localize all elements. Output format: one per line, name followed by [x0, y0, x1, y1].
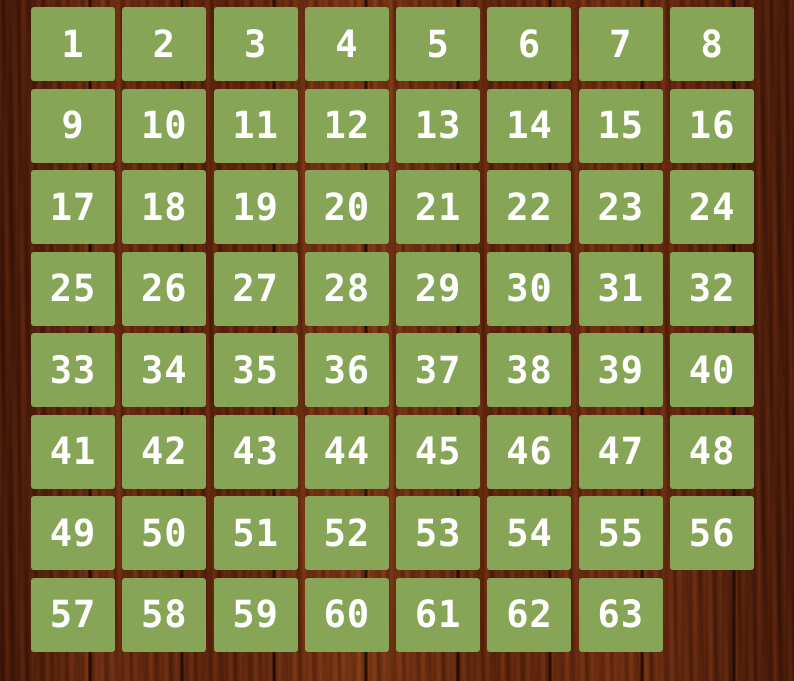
number-tile[interactable]: 4 [304, 7, 389, 81]
number-tile[interactable]: 30 [487, 251, 572, 326]
number-tile[interactable]: 21 [396, 170, 481, 244]
number-tile[interactable]: 43 [213, 414, 298, 489]
number-tile[interactable]: 54 [487, 496, 572, 570]
number-tile[interactable]: 55 [578, 496, 663, 570]
number-tile[interactable]: 20 [304, 170, 389, 244]
number-tile[interactable]: 12 [304, 88, 389, 163]
number-tile[interactable]: 10 [122, 88, 207, 163]
number-tile[interactable]: 13 [396, 88, 481, 163]
number-tile[interactable]: 15 [578, 88, 663, 163]
number-tile[interactable]: 56 [670, 496, 755, 570]
number-tile[interactable]: 42 [122, 414, 207, 489]
number-tile[interactable]: 57 [31, 577, 115, 652]
number-tile[interactable]: 1 [31, 7, 115, 81]
number-tile[interactable]: 39 [578, 333, 663, 407]
number-tile[interactable]: 41 [31, 414, 115, 489]
number-tile[interactable]: 35 [213, 333, 298, 407]
tile-grid: 1 2 3 4 5 6 7 8 9 10 11 12 13 14 15 16 17 18 19 20 21 22 23 24 2… [31, 7, 755, 652]
number-tile[interactable]: 40 [670, 333, 755, 407]
number-tile[interactable]: 59 [213, 577, 298, 652]
number-tile[interactable]: 61 [396, 577, 481, 652]
number-tile[interactable]: 52 [304, 496, 389, 570]
number-tile[interactable]: 17 [31, 170, 115, 244]
number-tile[interactable]: 2 [122, 7, 207, 81]
number-tile[interactable]: 11 [213, 88, 298, 163]
number-tile[interactable]: 3 [213, 7, 298, 81]
number-tile[interactable]: 31 [578, 251, 663, 326]
number-tile[interactable]: 7 [578, 7, 663, 81]
number-tile[interactable]: 22 [487, 170, 572, 244]
number-tile[interactable]: 27 [213, 251, 298, 326]
number-tile[interactable]: 60 [304, 577, 389, 652]
number-tile[interactable]: 32 [670, 251, 755, 326]
wooden-board: 1 2 3 4 5 6 7 8 9 10 11 12 13 14 15 16 17 18 19 20 21 22 23 24 2… [0, 0, 794, 681]
number-tile[interactable]: 19 [213, 170, 298, 244]
number-tile[interactable]: 49 [31, 496, 115, 570]
number-tile[interactable]: 14 [487, 88, 572, 163]
number-tile[interactable]: 38 [487, 333, 572, 407]
number-tile[interactable]: 53 [396, 496, 481, 570]
number-tile[interactable]: 36 [304, 333, 389, 407]
number-tile[interactable]: 62 [487, 577, 572, 652]
number-tile[interactable]: 24 [670, 170, 755, 244]
number-tile[interactable]: 33 [31, 333, 115, 407]
number-tile[interactable]: 26 [122, 251, 207, 326]
number-tile[interactable]: 6 [487, 7, 572, 81]
number-tile[interactable]: 5 [396, 7, 481, 81]
number-tile[interactable]: 47 [578, 414, 663, 489]
number-tile[interactable]: 16 [670, 88, 755, 163]
number-tile[interactable]: 58 [122, 577, 207, 652]
number-tile[interactable]: 29 [396, 251, 481, 326]
number-tile[interactable]: 34 [122, 333, 207, 407]
number-tile[interactable]: 8 [670, 7, 755, 81]
number-tile[interactable]: 50 [122, 496, 207, 570]
number-tile[interactable]: 37 [396, 333, 481, 407]
number-tile[interactable]: 63 [578, 577, 663, 652]
number-tile[interactable]: 46 [487, 414, 572, 489]
number-tile[interactable]: 48 [670, 414, 755, 489]
number-tile[interactable]: 28 [304, 251, 389, 326]
number-tile[interactable]: 23 [578, 170, 663, 244]
number-tile[interactable]: 51 [213, 496, 298, 570]
number-tile[interactable]: 18 [122, 170, 207, 244]
number-tile[interactable]: 9 [31, 88, 115, 163]
number-tile[interactable]: 44 [304, 414, 389, 489]
number-tile[interactable]: 25 [31, 251, 115, 326]
number-tile[interactable]: 45 [396, 414, 481, 489]
